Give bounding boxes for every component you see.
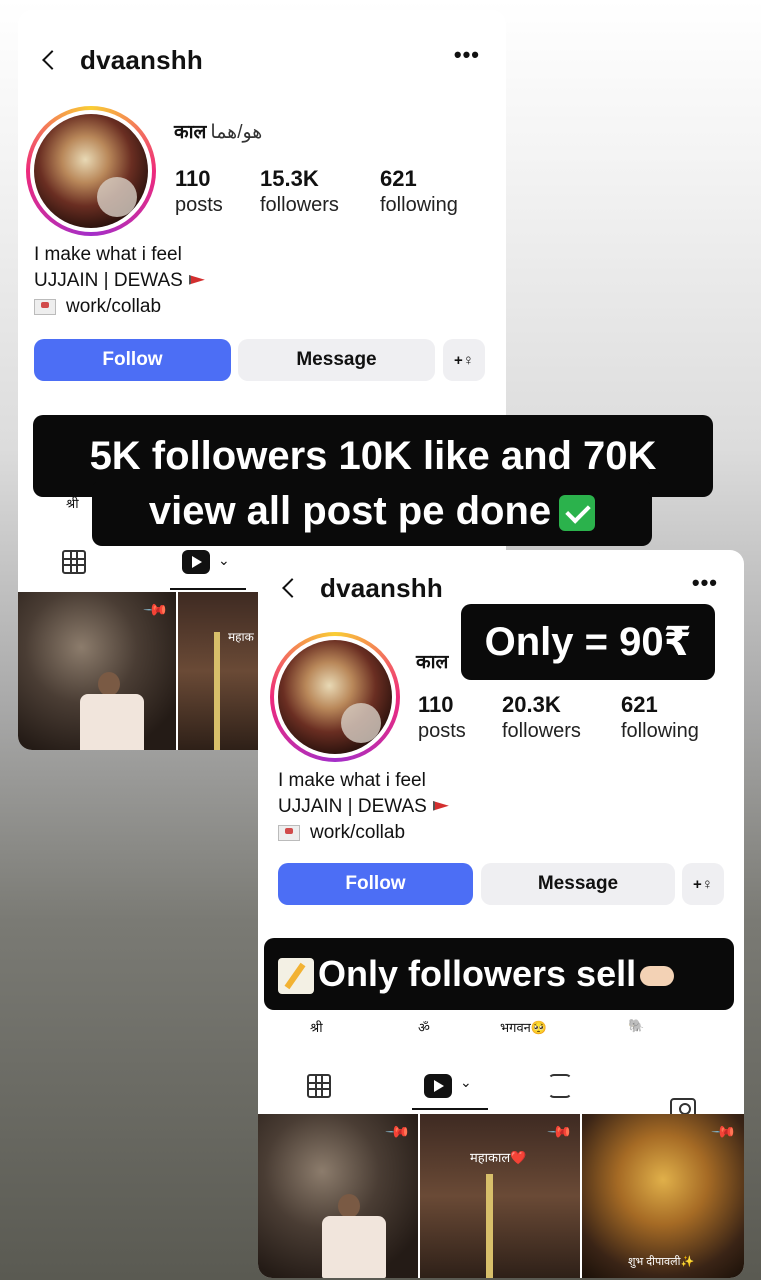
back-icon[interactable] xyxy=(278,577,300,599)
tab-underline xyxy=(412,1108,488,1110)
more-icon[interactable]: ••• xyxy=(692,570,718,596)
mail-icon xyxy=(34,298,56,315)
repost-icon[interactable] xyxy=(548,1074,572,1098)
pointing-hand-icon xyxy=(640,966,675,987)
pin-icon: 📌 xyxy=(710,1119,737,1146)
grid-icon[interactable] xyxy=(62,550,86,574)
stat-following[interactable]: 621 following xyxy=(380,166,458,217)
chevron-down-icon[interactable]: ⌄ xyxy=(218,552,230,569)
promo-caption-line-2: view all post pe done xyxy=(92,480,652,546)
message-button[interactable]: Message xyxy=(481,863,675,905)
pencil-icon xyxy=(278,958,314,995)
highlight-label[interactable]: भगवन🥺 xyxy=(500,1018,547,1036)
sell-caption: Only followers sell xyxy=(264,938,734,1010)
mail-icon xyxy=(278,824,300,841)
back-icon[interactable] xyxy=(38,49,60,71)
stat-posts[interactable]: 110 posts xyxy=(175,166,223,217)
bio-line: UJJAIN | DEWAS xyxy=(34,268,205,294)
flag-icon xyxy=(188,274,205,285)
display-name: काल xyxy=(416,652,449,673)
check-icon xyxy=(559,495,596,532)
bio-line: UJJAIN | DEWAS xyxy=(278,794,449,820)
grid-icon[interactable] xyxy=(307,1074,331,1098)
stat-posts[interactable]: 110 posts xyxy=(418,692,466,743)
bio-line[interactable]: work/collab xyxy=(278,820,449,846)
highlight-label[interactable]: श्री xyxy=(310,1018,323,1036)
display-name: काल هو/هما xyxy=(174,122,263,143)
follow-button[interactable]: Follow xyxy=(278,863,473,905)
reels-icon[interactable] xyxy=(182,550,210,574)
add-user-button[interactable]: +♀ xyxy=(443,339,485,381)
message-button[interactable]: Message xyxy=(238,339,435,381)
pin-icon: 📌 xyxy=(546,1119,573,1146)
post-thumbnail[interactable]: 📌 शुभ दीपावली✨ xyxy=(582,1114,744,1278)
pin-icon: 📌 xyxy=(142,597,169,624)
avatar[interactable] xyxy=(26,106,156,236)
profile-header: dvaanshh ••• xyxy=(18,38,506,82)
chevron-down-icon[interactable]: ⌄ xyxy=(460,1074,472,1091)
bio: I make what i feel UJJAIN | DEWAS work/c… xyxy=(278,768,449,846)
bio-line[interactable]: work/collab xyxy=(34,294,205,320)
stat-followers[interactable]: 15.3K followers xyxy=(260,166,339,217)
stat-following[interactable]: 621 following xyxy=(621,692,699,743)
add-user-button[interactable]: +♀ xyxy=(682,863,724,905)
flag-icon xyxy=(432,800,449,811)
more-icon[interactable]: ••• xyxy=(454,42,480,68)
avatar[interactable] xyxy=(270,632,400,762)
price-caption: Only = 90₹ xyxy=(461,604,715,680)
stat-followers[interactable]: 20.3K followers xyxy=(502,692,581,743)
username: dvaanshh xyxy=(320,572,443,603)
post-thumbnail[interactable]: महाक xyxy=(178,592,266,750)
highlight-label[interactable]: 🐘 xyxy=(628,1018,644,1034)
bio-line: I make what i feel xyxy=(34,244,182,265)
pin-icon: 📌 xyxy=(384,1119,411,1146)
post-thumbnail[interactable]: 📌 महाकाल❤️ xyxy=(420,1114,580,1278)
post-thumbnail[interactable]: 📌 xyxy=(258,1114,418,1278)
bio-line: I make what i feel xyxy=(278,770,426,791)
tab-underline xyxy=(170,588,246,590)
post-thumbnail[interactable]: 📌 xyxy=(18,592,176,750)
follow-button[interactable]: Follow xyxy=(34,339,231,381)
highlights-row: श्री ॐ भगवन🥺 🐘 xyxy=(258,1018,744,1038)
reels-icon[interactable] xyxy=(424,1074,452,1098)
username: dvaanshh xyxy=(80,44,203,75)
highlight-label[interactable]: ॐ xyxy=(418,1018,430,1036)
bio: I make what i feel UJJAIN | DEWAS work/c… xyxy=(34,242,205,320)
